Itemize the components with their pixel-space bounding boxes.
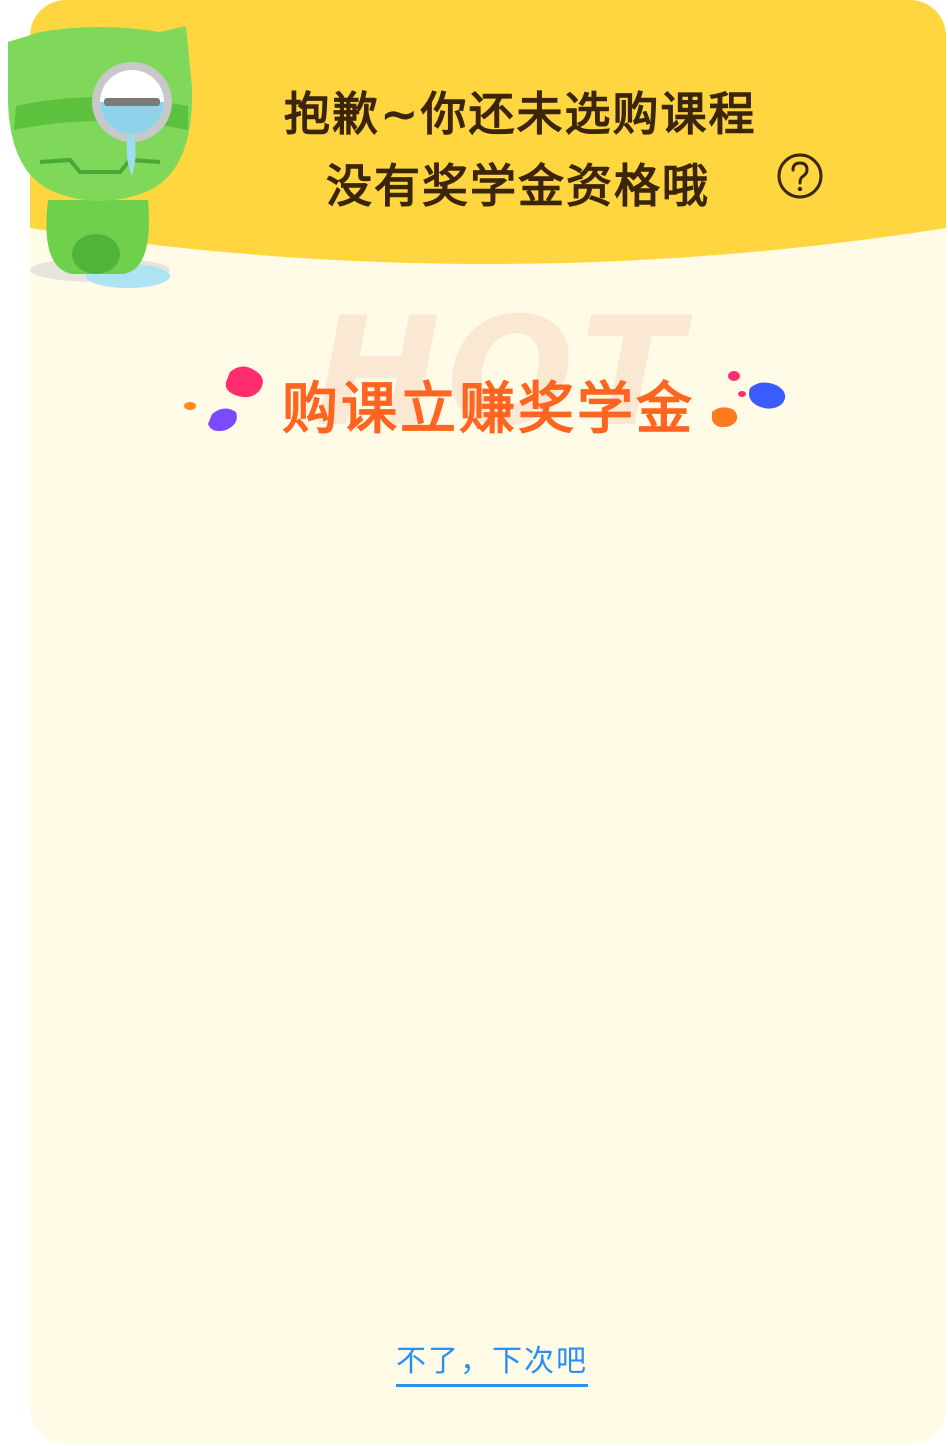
dialog-subtitle: 没有奖学金资格哦 bbox=[326, 159, 710, 213]
splash-decoration-right-icon bbox=[712, 371, 786, 428]
dialog-title: 抱歉~你还未选购课程 bbox=[284, 87, 757, 141]
promo-title: 购课立赚奖学金 bbox=[282, 377, 695, 442]
skip-button[interactable]: 不了，下次吧 bbox=[396, 1336, 588, 1387]
splash-decoration-left-icon bbox=[184, 366, 263, 432]
question-circle-icon[interactable] bbox=[776, 152, 824, 200]
crying-mascot-icon bbox=[7, 26, 193, 288]
